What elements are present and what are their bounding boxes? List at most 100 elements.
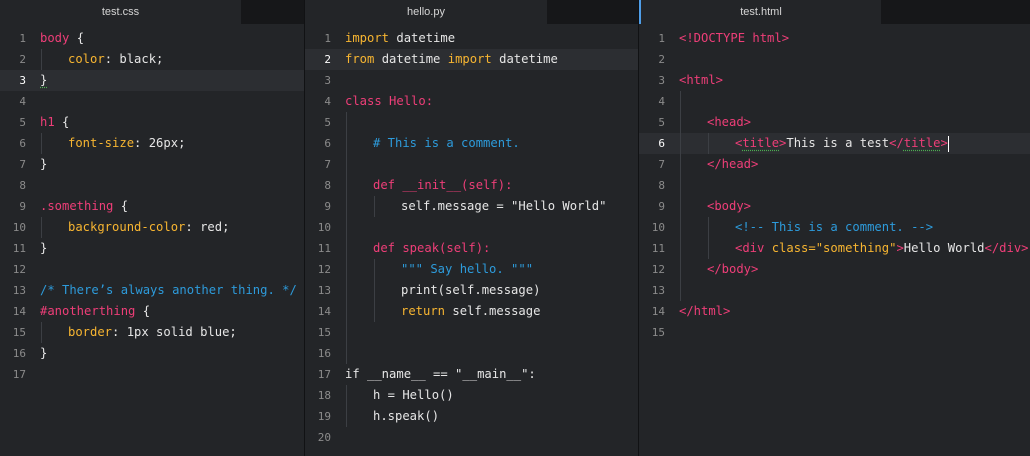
code-line[interactable]: 14 </html> (639, 301, 1030, 322)
code-line[interactable]: 8 def __init__(self): (305, 175, 638, 196)
code-line[interactable]: 14 return self.message (305, 301, 638, 322)
indent-guide (346, 385, 347, 406)
code-line[interactable]: 17 (0, 364, 304, 385)
indent-guide (374, 301, 375, 322)
code-line[interactable]: 13 /* There’s always another thing. */ (0, 280, 304, 301)
code-line[interactable]: 3 (305, 70, 638, 91)
code-line[interactable]: 6 # This is a comment. (305, 133, 638, 154)
tab-hello-py[interactable]: hello.py (305, 0, 547, 24)
code-token: color (68, 52, 105, 66)
code-line[interactable]: 7 </head> (639, 154, 1030, 175)
tab-test-html[interactable]: test.html (639, 0, 881, 24)
line-number: 8 (658, 179, 665, 192)
code-line[interactable]: 14 #anotherthing { (0, 301, 304, 322)
code-line[interactable]: 9 <body> (639, 196, 1030, 217)
code-line[interactable]: 5 (305, 112, 638, 133)
code-token: </ (889, 136, 904, 150)
line-number: 9 (324, 200, 331, 213)
code-area[interactable]: 1 <!DOCTYPE html> 2 3 <html> 4 5 <head> 6 <title>… (639, 28, 1030, 343)
code-line[interactable]: 2 (639, 49, 1030, 70)
code-text: color: black; (68, 49, 163, 70)
code-line[interactable]: 12 """ Say hello. """ (305, 259, 638, 280)
code-line[interactable]: 5 <head> (639, 112, 1030, 133)
code-text: } (40, 343, 47, 364)
code-line[interactable]: 17 if __name__ == "__main__": (305, 364, 638, 385)
code-line[interactable]: 12 (0, 259, 304, 280)
code-token: { (69, 31, 85, 45)
line-number: 4 (324, 95, 331, 108)
code-line[interactable]: 12 </body> (639, 259, 1030, 280)
pane-test-css[interactable]: test.css 1 body {2 color: black; 3} 4 5 h1 { 6 f… (0, 0, 304, 456)
code-line[interactable]: 19 h.speak() (305, 406, 638, 427)
code-line[interactable]: 10 (305, 217, 638, 238)
code-line[interactable]: 4 (0, 91, 304, 112)
code-line[interactable]: 11} (0, 238, 304, 259)
code-line[interactable]: 16} (0, 343, 304, 364)
code-line[interactable]: 6 font-size: 26px; (0, 133, 304, 154)
code-area[interactable]: 1 body {2 color: black; 3} 4 5 h1 { 6 font-size:… (0, 28, 304, 385)
indent-guide (346, 133, 347, 154)
code-token: border (68, 325, 113, 339)
code-line[interactable]: 1 <!DOCTYPE html> (639, 28, 1030, 49)
code-line[interactable]: 9 self.message = "Hello World" (305, 196, 638, 217)
code-line[interactable]: 8 (639, 175, 1030, 196)
code-line[interactable]: 2 from datetime import datetime (305, 49, 638, 70)
code-token: .something (40, 199, 114, 213)
code-line[interactable]: 1 body { (0, 28, 304, 49)
code-line[interactable]: 3} (0, 70, 304, 91)
code-line[interactable]: 4 class Hello: (305, 91, 638, 112)
code-line[interactable]: 13 (639, 280, 1030, 301)
code-line[interactable]: 15 (305, 322, 638, 343)
line-number: 5 (658, 116, 665, 129)
code-line[interactable]: 13 print(self.message) (305, 280, 638, 301)
code-line[interactable]: 7} (0, 154, 304, 175)
indent-guide (41, 322, 42, 343)
code-token: } (40, 157, 48, 171)
code-token: <body> (707, 199, 752, 213)
line-number: 18 (317, 389, 331, 402)
code-line[interactable]: 1 import datetime (305, 28, 638, 49)
code-line[interactable]: 4 (639, 91, 1030, 112)
line-number: 6 (19, 137, 26, 150)
line-number: 11 (317, 242, 331, 255)
indent-guide (680, 217, 681, 238)
indent-guide (41, 49, 42, 70)
code-line[interactable]: 7 (305, 154, 638, 175)
tab-test-css[interactable]: test.css (0, 0, 241, 24)
code-line[interactable]: 18 h = Hello() (305, 385, 638, 406)
indent-guide (346, 343, 347, 364)
code-line[interactable]: 5 h1 { (0, 112, 304, 133)
code-line[interactable]: 20 (305, 427, 638, 448)
code-line[interactable]: 3 <html> (639, 70, 1030, 91)
code-line[interactable]: 11 <div class="something">Hello World</di… (639, 238, 1030, 259)
pane-hello-py[interactable]: hello.py 1 import datetime 2 from datetime … (305, 0, 638, 456)
code-line[interactable]: 2 color: black; (0, 49, 304, 70)
code-line[interactable]: 10 <!-- This is a comment. --> (639, 217, 1030, 238)
code-token: self.message (445, 304, 541, 318)
code-text: font-size: 26px; (68, 133, 185, 154)
code-line[interactable]: 15 border: 1px solid blue; (0, 322, 304, 343)
line-number: 6 (324, 137, 331, 150)
code-token: } (40, 73, 48, 87)
code-line[interactable]: 9 .something { (0, 196, 304, 217)
code-line[interactable]: 10 background-color: red; (0, 217, 304, 238)
code-line[interactable]: 16 (305, 343, 638, 364)
code-line[interactable]: 6 <title>This is a test</title> (639, 133, 1030, 154)
code-token: > (940, 136, 948, 150)
indent-guide (708, 133, 709, 154)
code-line[interactable]: 8 (0, 175, 304, 196)
code-text: </body> (707, 259, 758, 280)
code-area[interactable]: 1 import datetime 2 from datetime import da… (305, 28, 638, 448)
code-line[interactable]: 15 (639, 322, 1030, 343)
code-text: h1 { (40, 112, 69, 133)
code-token: <!DOCTYPE html> (679, 31, 790, 45)
code-line[interactable]: 11 def speak(self): (305, 238, 638, 259)
pane-test-html[interactable]: test.html 1 <!DOCTYPE html> 2 3 <html> 4 5 <hea… (639, 0, 1030, 456)
indent-guide (680, 112, 681, 133)
code-token: { (113, 199, 129, 213)
line-number: 13 (317, 284, 331, 297)
line-number: 9 (658, 200, 665, 213)
line-number: 12 (651, 263, 665, 276)
code-text: self.message = "Hello World" (401, 196, 606, 217)
code-token: </head> (707, 157, 759, 171)
